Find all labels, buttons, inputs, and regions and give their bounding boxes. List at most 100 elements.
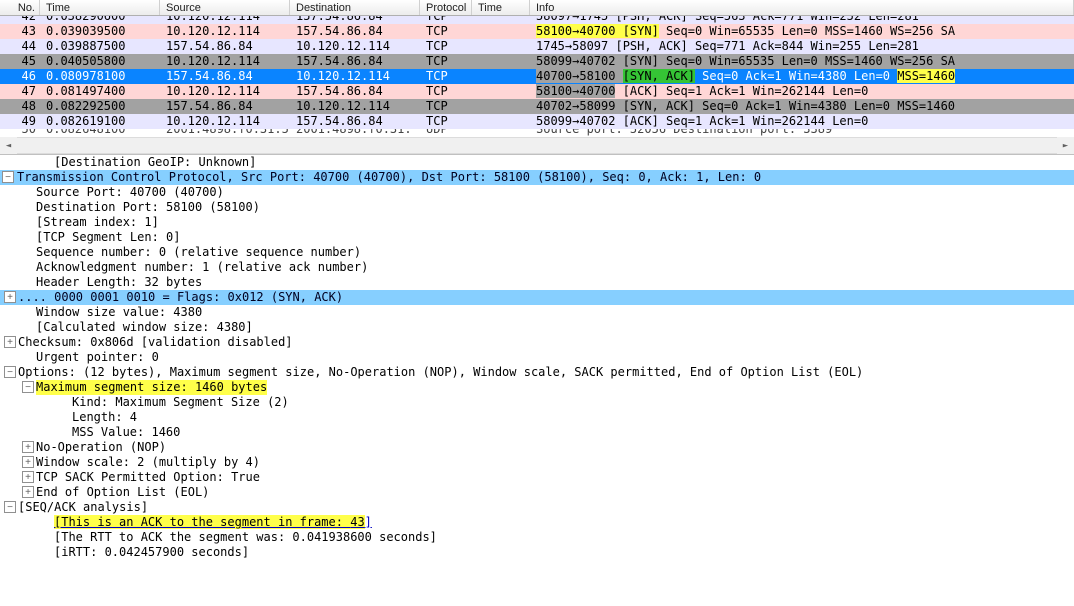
detail-mss-length[interactable]: Length: 4 <box>0 410 1074 425</box>
cell-time2 <box>472 114 530 129</box>
detail-window-size[interactable]: Window size value: 4380 <box>0 305 1074 320</box>
cell-no: 44 <box>0 39 40 54</box>
detail-geoip[interactable]: [Destination GeoIP: Unknown] <box>0 155 1074 170</box>
cell-no: 43 <box>0 24 40 39</box>
packet-row[interactable]: 440.039887500157.54.86.8410.120.12.114TC… <box>0 39 1074 54</box>
cell-dst: 157.54.86.84 <box>290 16 420 24</box>
packet-row[interactable]: 480.082292500157.54.86.8410.120.12.114TC… <box>0 99 1074 114</box>
cell-src: 10.120.12.114 <box>160 16 290 24</box>
expander-plus-icon[interactable]: + <box>22 456 34 468</box>
detail-options[interactable]: −Options: (12 bytes), Maximum segment si… <box>0 365 1074 380</box>
cell-proto: TCP <box>420 54 472 69</box>
expander-minus-icon[interactable]: − <box>22 381 34 393</box>
cell-no: 49 <box>0 114 40 129</box>
cell-no: 46 <box>0 69 40 84</box>
column-header-no[interactable]: No. <box>0 0 40 15</box>
expander-plus-icon[interactable]: + <box>22 486 34 498</box>
detail-window-scale[interactable]: +Window scale: 2 (multiply by 4) <box>0 455 1074 470</box>
cell-proto: TCP <box>420 69 472 84</box>
detail-header-length[interactable]: Header Length: 32 bytes <box>0 275 1074 290</box>
expander-minus-icon[interactable]: − <box>4 366 16 378</box>
packet-list-pane: No. Time Source Destination Protocol Tim… <box>0 0 1074 155</box>
detail-dst-port[interactable]: Destination Port: 58100 (58100) <box>0 200 1074 215</box>
detail-eol[interactable]: +End of Option List (EOL) <box>0 485 1074 500</box>
cell-info: 1745→58097 [PSH, ACK] Seq=771 Ack=844 Wi… <box>530 39 1074 54</box>
expander-minus-icon[interactable]: − <box>2 171 14 183</box>
cell-src: 10.120.12.114 <box>160 84 290 99</box>
cell-dst: 157.54.86.84 <box>290 114 420 129</box>
column-header-destination[interactable]: Destination <box>290 0 420 15</box>
cell-time: 0.081497400 <box>40 84 160 99</box>
packet-row[interactable]: 430.03903950010.120.12.114157.54.86.84TC… <box>0 24 1074 39</box>
cell-time: 0.082619100 <box>40 114 160 129</box>
detail-seq[interactable]: Sequence number: 0 (relative sequence nu… <box>0 245 1074 260</box>
column-header-source[interactable]: Source <box>160 0 290 15</box>
detail-tcp-header[interactable]: −Transmission Control Protocol, Src Port… <box>0 170 1074 185</box>
scroll-right-arrow[interactable]: ► <box>1057 137 1074 154</box>
cell-time2 <box>472 99 530 114</box>
cell-time2 <box>472 24 530 39</box>
cell-dst: 10.120.12.114 <box>290 39 420 54</box>
cell-dst: 157.54.86.84 <box>290 84 420 99</box>
cell-time: 0.038290600 <box>40 16 160 24</box>
detail-stream-index[interactable]: [Stream index: 1] <box>0 215 1074 230</box>
packet-row[interactable]: 470.08149740010.120.12.114157.54.86.84TC… <box>0 84 1074 99</box>
column-header-time[interactable]: Time <box>40 0 160 15</box>
detail-ack-to-segment[interactable]: [This is an ACK to the segment in frame:… <box>0 515 1074 530</box>
packet-row[interactable]: 420.03829060010.120.12.114157.54.86.84TC… <box>0 16 1074 24</box>
detail-mss-kind[interactable]: Kind: Maximum Segment Size (2) <box>0 395 1074 410</box>
cell-no: 50 <box>0 129 40 137</box>
detail-mss-value[interactable]: MSS Value: 1460 <box>0 425 1074 440</box>
cell-src: 2001:4898:f0:31:5 <box>160 129 290 137</box>
cell-proto: TCP <box>420 16 472 24</box>
column-header-info[interactable]: Info <box>530 0 1074 15</box>
detail-mss[interactable]: −Maximum segment size: 1460 bytes <box>0 380 1074 395</box>
cell-time: 0.039039500 <box>40 24 160 39</box>
expander-plus-icon[interactable]: + <box>4 336 16 348</box>
cell-proto: UDP <box>420 129 472 137</box>
cell-time2 <box>472 39 530 54</box>
cell-proto: TCP <box>420 24 472 39</box>
detail-sack[interactable]: +TCP SACK Permitted Option: True <box>0 470 1074 485</box>
packet-rows: 420.03829060010.120.12.114157.54.86.84TC… <box>0 16 1074 137</box>
cell-src: 157.54.86.84 <box>160 99 290 114</box>
cell-time: 0.040505800 <box>40 54 160 69</box>
cell-proto: TCP <box>420 114 472 129</box>
cell-time: 0.080978100 <box>40 69 160 84</box>
cell-time: 0.039887500 <box>40 39 160 54</box>
detail-flags[interactable]: +.... 0000 0001 0010 = Flags: 0x012 (SYN… <box>0 290 1074 305</box>
packet-row[interactable]: 450.04050580010.120.12.114157.54.86.84TC… <box>0 54 1074 69</box>
packet-details-pane: [Destination GeoIP: Unknown] −Transmissi… <box>0 155 1074 560</box>
packet-row[interactable]: 500.0826481002001:4898:f0:31:52001:4898:… <box>0 129 1074 137</box>
expander-plus-icon[interactable]: + <box>22 441 34 453</box>
column-header-protocol[interactable]: Protocol <box>420 0 472 15</box>
detail-calc-window[interactable]: [Calculated window size: 4380] <box>0 320 1074 335</box>
column-headers: No. Time Source Destination Protocol Tim… <box>0 0 1074 16</box>
cell-info: 40702→58099 [SYN, ACK] Seq=0 Ack=1 Win=4… <box>530 99 1074 114</box>
cell-no: 47 <box>0 84 40 99</box>
detail-urgent[interactable]: Urgent pointer: 0 <box>0 350 1074 365</box>
detail-nop[interactable]: +No-Operation (NOP) <box>0 440 1074 455</box>
cell-src: 157.54.86.84 <box>160 69 290 84</box>
detail-irtt[interactable]: [iRTT: 0.042457900 seconds] <box>0 545 1074 560</box>
cell-time2 <box>472 54 530 69</box>
expander-plus-icon[interactable]: + <box>22 471 34 483</box>
detail-rtt[interactable]: [The RTT to ACK the segment was: 0.04193… <box>0 530 1074 545</box>
detail-checksum[interactable]: +Checksum: 0x806d [validation disabled] <box>0 335 1074 350</box>
column-header-time2[interactable]: Time <box>472 0 530 15</box>
cell-info: 40700→58100 [SYN, ACK] Seq=0 Ack=1 Win=4… <box>530 69 1074 84</box>
cell-dst: 10.120.12.114 <box>290 69 420 84</box>
detail-seqack[interactable]: −[SEQ/ACK analysis] <box>0 500 1074 515</box>
packet-row[interactable]: 490.08261910010.120.12.114157.54.86.84TC… <box>0 114 1074 129</box>
expander-plus-icon[interactable]: + <box>4 291 16 303</box>
expander-minus-icon[interactable]: − <box>4 501 16 513</box>
cell-src: 10.120.12.114 <box>160 114 290 129</box>
horizontal-scrollbar[interactable]: ◄ ► <box>0 137 1074 154</box>
cell-dst: 157.54.86.84 <box>290 54 420 69</box>
cell-time2 <box>472 69 530 84</box>
detail-ack[interactable]: Acknowledgment number: 1 (relative ack n… <box>0 260 1074 275</box>
detail-src-port[interactable]: Source Port: 40700 (40700) <box>0 185 1074 200</box>
packet-row[interactable]: 460.080978100157.54.86.8410.120.12.114TC… <box>0 69 1074 84</box>
detail-seg-len[interactable]: [TCP Segment Len: 0] <box>0 230 1074 245</box>
scroll-left-arrow[interactable]: ◄ <box>0 137 17 154</box>
